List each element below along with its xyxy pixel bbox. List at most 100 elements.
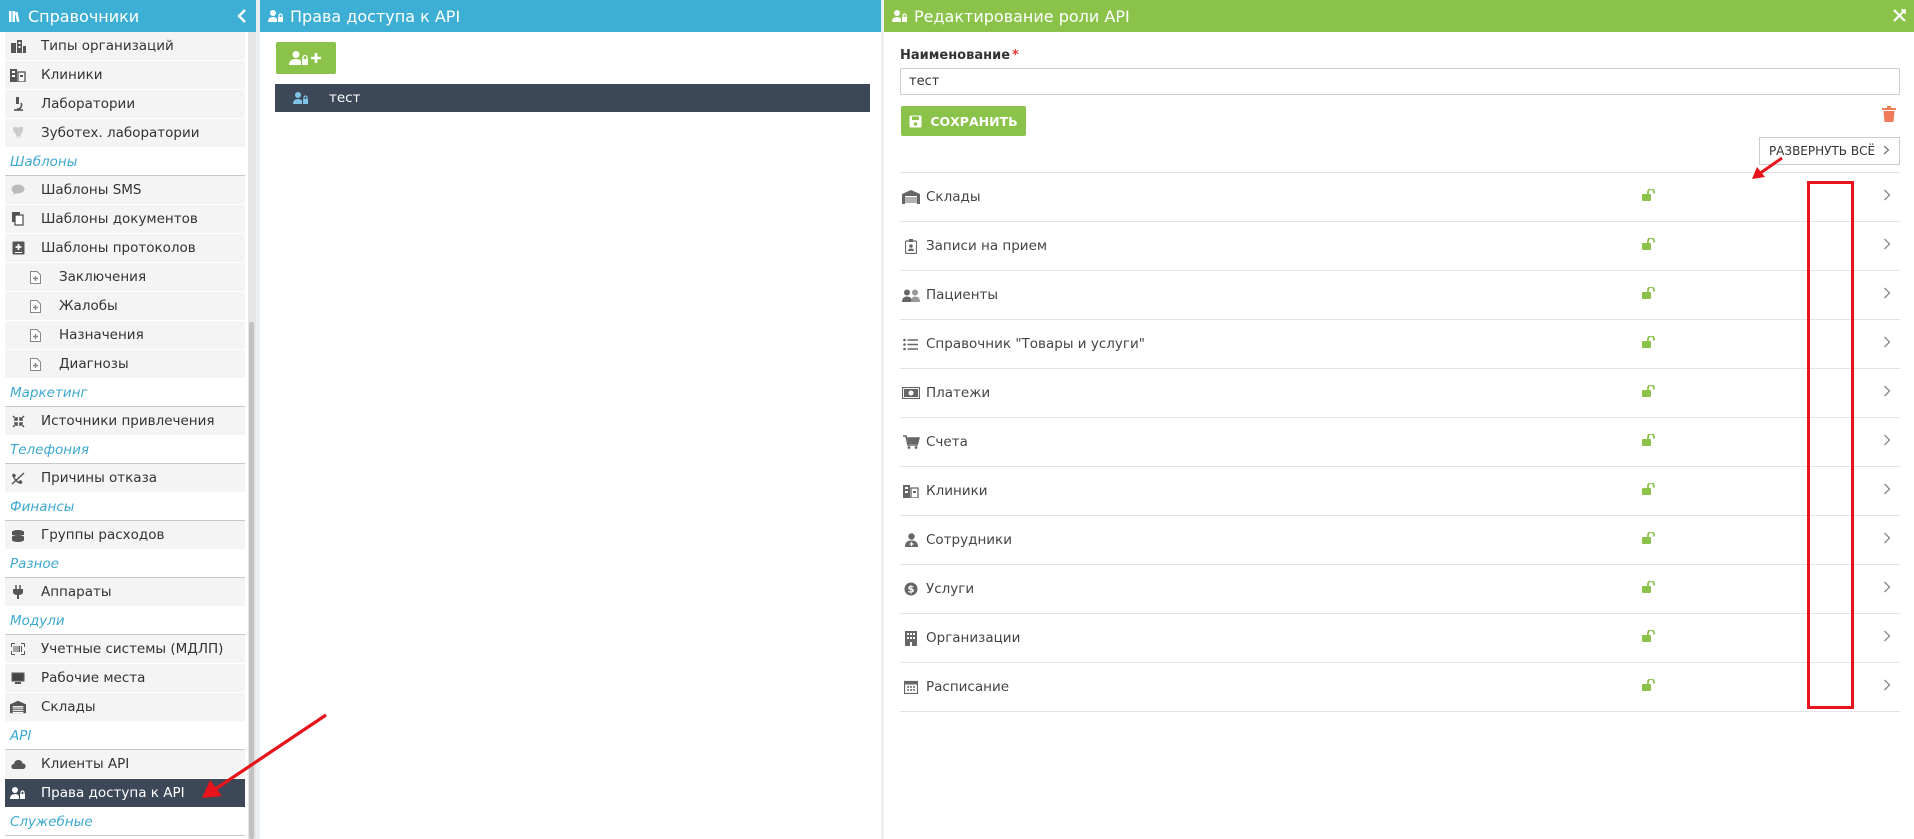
building-icon [900, 630, 922, 646]
chevron-right-icon[interactable] [1883, 284, 1891, 303]
unlock-icon[interactable] [1642, 188, 1656, 205]
permission-row[interactable]: $ Услуги [900, 565, 1900, 614]
permission-label: Организации [926, 630, 1021, 646]
chevron-right-icon[interactable] [1883, 529, 1891, 548]
warehouse-icon [10, 700, 26, 714]
sidebar-item[interactable]: Заключения [5, 263, 245, 292]
sidebar-item[interactable]: Типы организаций [5, 32, 245, 61]
expand-all-button[interactable]: РАЗВЕРНУТЬ ВСЁ [1759, 137, 1900, 165]
sidebar-item[interactable]: Склады [5, 693, 245, 722]
permission-label: Платежи [926, 385, 991, 401]
sidebar-item[interactable]: Группы расходов [5, 521, 245, 550]
close-icon[interactable] [1893, 7, 1906, 26]
sidebar-item[interactable]: Права доступа к API [5, 779, 245, 808]
list-icon [900, 338, 922, 351]
unlock-icon[interactable] [1642, 335, 1656, 352]
chevron-right-icon[interactable] [1883, 676, 1891, 695]
sidebar-scrollbar[interactable] [248, 32, 256, 839]
chevron-right-icon[interactable] [1883, 333, 1891, 352]
unlock-icon[interactable] [1642, 237, 1656, 254]
permission-label: Счета [926, 434, 968, 450]
role-editor-title: Редактирование роли API [914, 6, 1130, 26]
trash-icon[interactable] [1882, 106, 1896, 126]
role-editor-header: Редактирование роли API [884, 0, 1914, 32]
sidebar-item[interactable]: Клиники [5, 61, 245, 90]
users-icon [900, 289, 922, 302]
unlock-icon[interactable] [1642, 482, 1656, 499]
unlock-icon[interactable] [1642, 678, 1656, 695]
unlock-icon[interactable] [1642, 433, 1656, 450]
sidebar-item[interactable]: Шаблоны протоколов [5, 234, 245, 263]
permission-row[interactable]: Платежи [900, 369, 1900, 418]
sidebar-item[interactable]: Назначения [5, 321, 245, 350]
permission-row[interactable]: Склады [900, 173, 1900, 222]
add-role-button[interactable] [276, 42, 336, 74]
sidebar-section-heading: Разное [5, 550, 245, 578]
permission-row[interactable]: Сотрудники [900, 516, 1900, 565]
permission-row[interactable]: Пациенты [900, 271, 1900, 320]
chevron-right-icon[interactable] [1883, 627, 1891, 646]
clinic-icon [900, 484, 922, 498]
name-field-label: Наименование * [900, 48, 1019, 63]
file-icon [27, 299, 43, 313]
chevron-right-icon[interactable] [1883, 186, 1891, 205]
sidebar-scrollbar-thumb[interactable] [249, 322, 254, 839]
sidebar-item[interactable]: Диагнозы [5, 350, 245, 379]
permission-row[interactable]: Организации [900, 614, 1900, 663]
expand-all-label: РАЗВЕРНУТЬ ВСЁ [1768, 144, 1876, 158]
sidebar-item-label: Рабочие места [41, 670, 146, 686]
permission-row[interactable]: Клиники [900, 467, 1900, 516]
barcode-icon [10, 642, 26, 656]
permission-row[interactable]: Счета [900, 418, 1900, 467]
chevron-right-icon[interactable] [1883, 235, 1891, 254]
sidebar-item[interactable]: Жалобы [5, 292, 245, 321]
chevron-right-icon[interactable] [1883, 431, 1891, 450]
sidebar-item-label: Заключения [59, 269, 147, 285]
calendar-icon [900, 680, 922, 694]
save-button-label: СОХРАНИТЬ [930, 113, 1018, 129]
file-icon [27, 357, 43, 371]
sidebar-item[interactable]: Клиенты API [5, 750, 245, 779]
sidebar-item[interactable]: Шаблоны SMS [5, 176, 245, 205]
sidebar-item-label: Шаблоны документов [41, 211, 198, 227]
file-icon [27, 270, 43, 284]
role-editor-panel: Редактирование роли API Наименование* СО… [884, 0, 1914, 839]
sidebar-item[interactable]: Рабочие места [5, 664, 245, 693]
sidebar-item[interactable]: Шаблоны документов [5, 205, 245, 234]
unlock-icon[interactable] [1642, 629, 1656, 646]
permission-label: Клиники [926, 483, 988, 499]
sidebar: Справочники Типы организаций Клиники Лабор… [0, 0, 256, 839]
sidebar-item-label: Лаборатории [41, 96, 136, 112]
unlock-icon[interactable] [1642, 286, 1656, 303]
unlock-icon[interactable] [1642, 580, 1656, 597]
phone-off-icon [10, 471, 26, 485]
unlock-icon[interactable] [1642, 531, 1656, 548]
sidebar-item[interactable]: Аппараты [5, 578, 245, 607]
chevron-right-icon[interactable] [1883, 480, 1891, 499]
sidebar-item[interactable]: Зуботех. лаборатории [5, 119, 245, 148]
money-icon [900, 387, 922, 399]
sidebar-item-label: Аппараты [41, 584, 112, 600]
sidebar-item-label: Шаблоны протоколов [41, 240, 196, 256]
sidebar-item[interactable]: Источники привлечения [5, 407, 245, 436]
tooth-icon [10, 126, 26, 140]
sidebar-item-label: Причины отказа [41, 470, 158, 486]
sidebar-item-label: Шаблоны SMS [41, 182, 142, 198]
sidebar-section-heading: Телефония [5, 436, 245, 464]
role-row[interactable]: тест [275, 84, 870, 112]
chevron-right-icon[interactable] [1883, 578, 1891, 597]
permission-row[interactable]: Справочник "Товары и услуги" [900, 320, 1900, 369]
collapse-sidebar-icon[interactable] [236, 9, 248, 23]
user-lock-icon [10, 786, 26, 800]
unlock-icon[interactable] [1642, 384, 1656, 401]
chevron-right-icon[interactable] [1883, 382, 1891, 401]
name-input[interactable] [900, 68, 1900, 95]
sidebar-item[interactable]: Причины отказа [5, 464, 245, 493]
add-user-icon [289, 50, 323, 66]
save-button[interactable]: СОХРАНИТЬ [901, 106, 1026, 136]
permission-row[interactable]: Записи на прием [900, 222, 1900, 271]
sidebar-title: Справочники [28, 6, 140, 26]
sidebar-item[interactable]: Учетные системы (МДЛП) [5, 635, 245, 664]
sidebar-item[interactable]: Лаборатории [5, 90, 245, 119]
permission-row[interactable]: Расписание [900, 663, 1900, 712]
